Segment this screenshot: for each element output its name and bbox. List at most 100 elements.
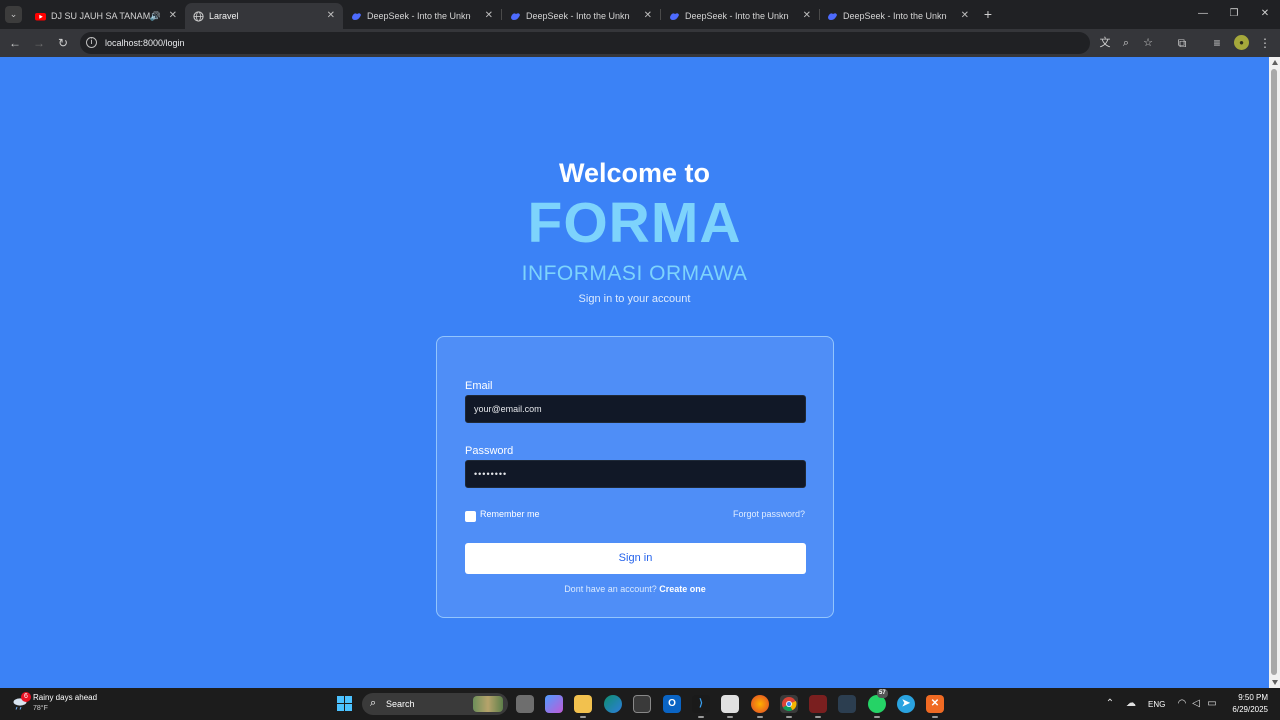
wifi-icon[interactable]: ◠ [1175,697,1189,711]
search-highlight-image [473,696,503,712]
tab-title: DeepSeek - Into the Unknown [685,11,789,21]
email-field[interactable]: your@email.com [465,395,806,423]
whatsapp-icon[interactable]: 57 [868,689,888,718]
search-icon: ⌕ [370,697,377,709]
browser-toolbar: ← → ↻ i localhost:8000/login 文 ⌕ ☆ ⧉ ≡ ●… [0,29,1280,57]
app-icon[interactable] [721,695,739,718]
telegram-icon[interactable]: ➤ [897,695,915,713]
tab-youtube[interactable]: DJ SU JAUH SA TANAM HATI 🔊 ✕ [27,3,185,29]
close-tab-icon[interactable]: ✕ [169,3,177,29]
tab-search-button[interactable]: ⌄ [5,6,22,23]
tab-laravel[interactable]: Laravel ✕ [185,3,343,29]
create-account-link[interactable]: Create one [659,584,706,594]
xampp-icon[interactable]: ✕ [926,695,944,718]
minimize-button[interactable]: — [1188,0,1218,29]
close-tab-icon[interactable]: ✕ [644,3,652,29]
forward-icon[interactable]: → [31,35,47,51]
volume-icon[interactable]: ◁ [1189,697,1203,711]
login-card: Email your@email.com Password •••••••• R… [436,336,834,618]
store-icon[interactable] [633,695,651,713]
weather-badge: 6 [21,692,31,702]
language-indicator[interactable]: ENG [1148,700,1165,709]
translate-icon[interactable]: 文 [1098,36,1112,50]
tab-title: DJ SU JAUH SA TANAM HATI [51,11,155,21]
register-prompt: Dont have an account? Create one [437,584,833,594]
outlook-icon[interactable]: O [663,695,681,713]
deepseek-icon [670,13,679,20]
tab-title: Laravel [209,11,239,21]
vscode-icon[interactable]: ⟩ [692,695,710,718]
taskbar-search[interactable]: ⌕ Search [362,693,508,715]
close-tab-icon[interactable]: ✕ [327,3,335,29]
file-explorer-icon[interactable] [574,695,592,718]
chrome-icon[interactable] [780,695,798,718]
clock-time[interactable]: 9:50 PM [1238,693,1268,702]
restore-button[interactable]: ❐ [1219,0,1249,29]
more-menu-icon[interactable]: ⋮ [1257,35,1273,51]
scrollbar-thumb[interactable] [1271,69,1277,675]
deepseek-icon [828,13,837,20]
deepseek-icon [352,13,361,20]
cloud-off-icon[interactable]: ☁ [1124,697,1138,711]
remember-me-checkbox[interactable] [465,511,476,522]
close-tab-icon[interactable]: ✕ [485,3,493,29]
login-page: Welcome to FORMA INFORMASI ORMAWA Sign i… [0,57,1269,688]
address-bar[interactable]: i localhost:8000/login 文 ⌕ ☆ [80,32,1153,54]
new-tab-button[interactable]: + [980,3,996,25]
tab-title: DeepSeek - Into the Unknown [843,11,947,21]
tab-deepseek[interactable]: DeepSeek - Into the Unknown ✕ [343,3,501,29]
chevron-up-icon[interactable]: ⌃ [1103,697,1117,711]
tab-title: DeepSeek - Into the Unknown [526,11,630,21]
email-label: Email [465,380,493,392]
app-icon[interactable] [809,695,827,718]
firefox-icon[interactable] [751,695,769,718]
chrome-logo-icon [782,697,797,712]
scroll-up-arrow[interactable] [1272,60,1278,65]
welcome-heading: Welcome to [558,158,711,188]
remember-me-label[interactable]: Remember me [480,509,540,519]
deepseek-icon [511,13,520,20]
page-scrollbar[interactable] [1269,57,1280,688]
clock-date[interactable]: 6/29/2025 [1232,705,1268,714]
close-tab-icon[interactable]: ✕ [961,3,969,29]
bookmark-star-icon[interactable]: ☆ [1141,36,1155,50]
signin-hint: Sign in to your account [578,293,691,305]
windows-taskbar: 6 Rainy days ahead 78°F ⌕ Search O ⟩ 57 … [0,688,1280,720]
address-url[interactable]: localhost:8000/login [105,32,185,54]
edge-icon[interactable] [604,695,622,713]
extensions-icon[interactable]: ⧉ [1174,35,1190,51]
battery-icon[interactable]: ▭ [1205,697,1219,711]
brand-subtitle: INFORMASI ORMAWA [521,262,748,285]
tab-deepseek[interactable]: DeepSeek - Into the Unknown ✕ [502,3,660,29]
register-prompt-text: Dont have an account? [564,584,657,594]
tab-deepseek[interactable]: DeepSeek - Into the Unknown ✕ [661,3,819,29]
password-label: Password [465,445,514,457]
taskbar-search-label: Search [386,699,415,709]
speaker-icon[interactable]: 🔊 [150,3,161,29]
back-icon[interactable]: ← [7,35,23,51]
globe-icon [193,11,204,22]
app-icon[interactable] [838,695,856,713]
close-window-button[interactable]: ✕ [1250,0,1280,29]
reload-icon[interactable]: ↻ [55,35,71,51]
sign-in-button[interactable]: Sign in [465,543,806,574]
forgot-password-link[interactable]: Forgot password? [733,509,805,519]
scroll-down-arrow[interactable] [1272,680,1278,685]
close-tab-icon[interactable]: ✕ [803,3,811,29]
tab-deepseek[interactable]: DeepSeek - Into the Unknown ✕ [819,3,977,29]
media-controls-icon[interactable]: ≡ [1209,35,1225,51]
profile-avatar[interactable]: ● [1234,35,1249,50]
tab-title: DeepSeek - Into the Unknown [367,11,471,21]
password-field[interactable]: •••••••• [465,460,806,488]
youtube-icon [35,13,46,21]
brand-title: FORMA [527,191,742,255]
task-view-icon[interactable] [516,695,534,713]
weather-title[interactable]: Rainy days ahead [33,693,97,702]
tab-strip: ⌄ DJ SU JAUH SA TANAM HATI 🔊 ✕ Laravel ✕… [0,0,1280,29]
whatsapp-badge: 57 [877,689,888,698]
weather-temp: 78°F [33,705,48,712]
copilot-icon[interactable] [545,695,563,713]
site-info-icon[interactable]: i [86,37,97,48]
windows-start-icon[interactable] [337,696,353,712]
zoom-icon[interactable]: ⌕ [1119,36,1133,50]
